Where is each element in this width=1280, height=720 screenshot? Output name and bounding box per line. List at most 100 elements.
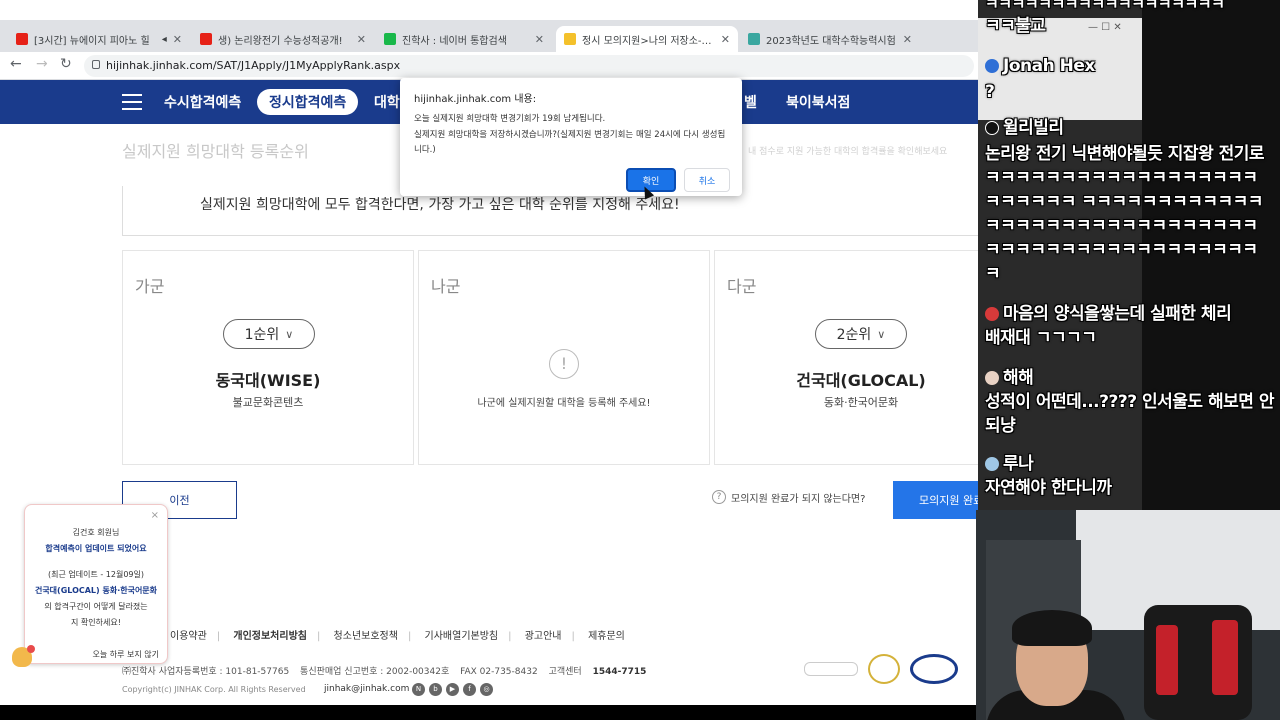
address-bar[interactable]: hijinhak.jinhak.com/SAT/J1Apply/J1MyAppl… <box>84 55 974 77</box>
screen: [3시간] 뉴에이지 피아노 힐 ◂ ✕ 생) 논리왕전기 수능성적공개! ✕ … <box>0 0 1280 720</box>
speaker-icon: ◂ <box>161 33 167 45</box>
empty-group-text: 나군에 실제지원할 대학을 등록해 주세요! <box>477 398 651 409</box>
chevron-down-icon: ∨ <box>285 327 294 341</box>
close-icon[interactable]: × <box>151 510 159 521</box>
user-avatar-icon <box>985 59 999 73</box>
group-label: 나군 <box>431 277 461 296</box>
back-arrow-icon[interactable]: ← <box>10 56 22 72</box>
chat-text: 성적이 어떤데...???? 인서울도 해보면 안되냥 <box>985 392 1274 436</box>
group-card-ga: 가군 1순위 ∨ 동국대(WISE) 불교문화콘텐츠 <box>122 250 414 465</box>
rank-select[interactable]: 2순위 ∨ <box>815 319 907 349</box>
tab-suneung[interactable]: 2023학년도 대학수학능력시험 ✕ <box>740 26 920 52</box>
youtube-icon[interactable]: ▶ <box>446 683 459 696</box>
chat-message: ㅋㅋ불교 <box>985 16 1046 36</box>
close-tab-icon[interactable]: ✕ <box>173 33 182 46</box>
chevron-down-icon: ∨ <box>877 327 886 341</box>
chat-message: 마음의 양식을쌓는데 실패한 체리 배재대 ㄱㄱㄱㄱ <box>985 302 1275 350</box>
footer-link-youth[interactable]: 청소년보호정책 <box>334 631 398 642</box>
chat-message: 윌리빌리 <box>985 116 1275 140</box>
naver-blog-icon[interactable]: N <box>412 683 425 696</box>
close-tab-icon[interactable]: ✕ <box>721 33 730 46</box>
notice-text: 실제지원 희망대학에 모두 합격한다면, 가장 가고 싶은 대학 순위를 지정해… <box>200 197 680 213</box>
tab-title: 생) 논리왕전기 수능성적공개! <box>218 35 343 47</box>
browser-toolbar: ← → ↻ hijinhak.jinhak.com/SAT/J1Apply/J1… <box>0 52 980 80</box>
chat-message: 루나 자연해야 한다니까 <box>985 452 1275 500</box>
close-tab-icon[interactable]: ✕ <box>903 33 912 46</box>
update-notification-popup: × 김건호 회원님 합격예측이 업데이트 되었어요 (최근 업데이트 - 12월… <box>24 504 168 664</box>
close-tab-icon[interactable]: ✕ <box>535 33 544 46</box>
promo-text: 지 확인하세요! <box>71 618 121 627</box>
nav-university[interactable]: 대학 <box>374 92 400 112</box>
menu-icon[interactable] <box>122 94 142 110</box>
tab-jinhak-active[interactable]: 정시 모의지원>나의 저장소-합격 ✕ <box>556 26 738 52</box>
tab-title: 2023학년도 대학수학능력시험 <box>766 35 896 47</box>
customer-center-phone: 1544-7715 <box>592 667 647 677</box>
footer-link-terms[interactable]: 이용약관 <box>170 631 207 642</box>
chat-message: ? <box>985 82 995 102</box>
title-note: 내 점수로 지원 가능한 대학의 합격률을 확인해보세요 <box>748 147 948 157</box>
university-name: 동국대(WISE) <box>215 371 321 390</box>
rank-value: 2순위 <box>836 327 872 343</box>
site-icon <box>748 33 760 45</box>
chat-text: 배재대 ㄱㄱㄱㄱ <box>985 328 1097 348</box>
tab-title: 진학사 : 네이버 통합검색 <box>402 35 507 47</box>
instagram-icon[interactable]: ◎ <box>480 683 493 696</box>
university-name: 건국대(GLOCAL) <box>796 371 926 390</box>
dismiss-today-link[interactable]: 오늘 하루 보지 않기 <box>25 649 167 660</box>
streamer-hair <box>1012 610 1092 646</box>
lock-icon[interactable] <box>92 60 100 69</box>
chat-message: 해해 성적이 어떤데...???? 인서울도 해보면 안되냥 <box>985 366 1275 438</box>
chat-username: 루나 <box>1003 454 1034 474</box>
close-tab-icon[interactable]: ✕ <box>357 33 366 46</box>
rank-select[interactable]: 1순위 ∨ <box>223 319 315 349</box>
blog-icon[interactable]: b <box>429 683 442 696</box>
promo-update-date: (최근 업데이트 - 12월09일) <box>48 570 144 579</box>
chat-message: 논리왕 전기 닉변해야될듯 지잡왕 전기로 ㅋㅋㅋㅋㅋㅋㅋㅋㅋㅋㅋㅋㅋㅋㅋㅋㅋㅋ… <box>985 144 1265 284</box>
tab-title: 정시 모의지원>나의 저장소-합격 <box>582 35 715 47</box>
nav-susi[interactable]: 수시합격예측 <box>164 92 241 112</box>
chat-username: 해해 <box>1003 368 1034 388</box>
jinhak-icon <box>564 33 576 45</box>
alert-dialog: hijinhak.jinhak.com 내용: 오늘 실제지원 희망대학 변경기… <box>400 78 742 196</box>
browser-window: [3시간] 뉴에이지 피아노 힐 ◂ ✕ 생) 논리왕전기 수능성적공개! ✕ … <box>0 0 980 705</box>
reload-icon[interactable]: ↻ <box>60 56 72 72</box>
nav-bookstore[interactable]: 북이북서점 <box>786 92 850 112</box>
footer-link-partner[interactable]: 제휴문의 <box>588 631 625 642</box>
user-avatar-icon <box>985 371 999 385</box>
fax-number: FAX 02-735-8432 <box>460 667 538 677</box>
bell-icon[interactable] <box>12 645 35 667</box>
rank-value: 1순위 <box>244 327 280 343</box>
gaming-chair-accent <box>1212 620 1238 695</box>
cancel-button[interactable]: 취소 <box>684 168 730 192</box>
facebook-icon[interactable]: f <box>463 683 476 696</box>
dialog-message: 오늘 실제지원 희망대학 변경기회가 19회 남게됩니다. <box>414 114 606 124</box>
forward-arrow-icon[interactable]: → <box>36 56 48 72</box>
chat-username: 마음의 양식을쌓는데 실패한 체리 <box>1003 304 1232 324</box>
tab-youtube-live[interactable]: 생) 논리왕전기 수능성적공개! ✕ <box>192 26 374 52</box>
award-logo <box>910 654 958 684</box>
help-link[interactable]: 모의지원 완료가 되지 않는다면? <box>731 490 865 505</box>
tab-youtube-piano[interactable]: [3시간] 뉴에이지 피아노 힐 ◂ ✕ <box>8 26 190 52</box>
tab-naver-search[interactable]: 진학사 : 네이버 통합검색 ✕ <box>376 26 552 52</box>
nav-jeongsi[interactable]: 정시합격예측 <box>257 89 359 115</box>
nav-bel[interactable]: 벨 <box>744 92 757 112</box>
complete-apply-button[interactable]: 모의지원 완료 <box>893 481 980 519</box>
page-title: 실제지원 희망대학 등록순위 <box>122 142 309 161</box>
tab-title: [3시간] 뉴에이지 피아노 힐 <box>34 35 150 47</box>
stream-chat-overlay: — ☐ ✕ ㅋㅋㅋㅋㅋㅋㅋㅋㅋㅋㅋㅋㅋㅋㅋㅋㅋㅋ ㅋㅋ불교 Jonah Hex … <box>978 0 1280 510</box>
help-icon[interactable]: ? <box>712 490 726 504</box>
group-card-na: 나군 ! 나군에 실제지원할 대학을 등록해 주세요! <box>418 250 710 465</box>
award-logos <box>804 654 968 684</box>
youtube-icon <box>16 33 28 45</box>
footer-info: ㈜진학사 사업자등록번호 : 101-81-57765 통신판매업 신고번호 :… <box>122 664 654 677</box>
footer-link-privacy[interactable]: 개인정보처리방침 <box>233 631 307 642</box>
chat-message: Jonah Hex <box>985 54 1275 78</box>
footer-email[interactable]: jinhak@jinhak.com <box>324 684 409 694</box>
promo-text: 의 합격구간이 어떻게 달라졌는 <box>44 602 148 611</box>
customer-center-label: 고객센터 <box>548 667 582 677</box>
user-avatar-icon <box>985 307 999 321</box>
footer-link-article[interactable]: 기사배열기본방침 <box>425 631 499 642</box>
business-number: ㈜진학사 사업자등록번호 : 101-81-57765 <box>122 667 290 677</box>
gaming-chair-accent <box>1156 625 1178 695</box>
footer-link-ad[interactable]: 광고안내 <box>525 631 562 642</box>
